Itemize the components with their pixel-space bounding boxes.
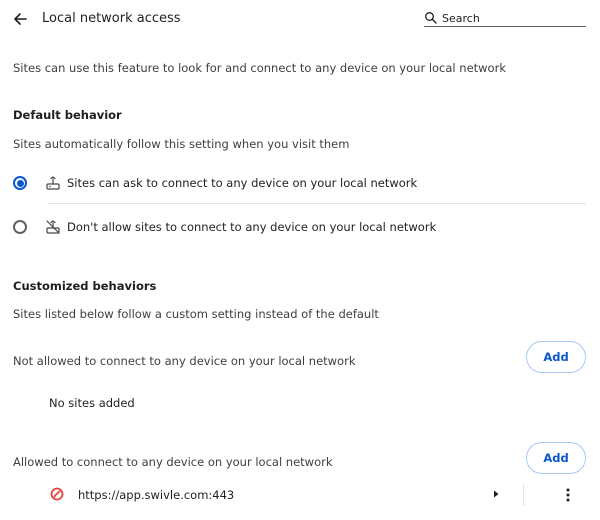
radio-button-unselected[interactable] — [13, 220, 27, 234]
customized-behaviors-subtext: Sites listed below follow a custom setti… — [13, 307, 379, 321]
allowed-label: Allowed to connect to any device on your… — [13, 455, 333, 469]
site-url: https://app.swivle.com:443 — [78, 488, 235, 502]
page-description: Sites can use this feature to look for a… — [13, 61, 506, 75]
customized-behaviors-heading: Customized behaviors — [13, 279, 157, 293]
radio-option-block[interactable]: Don't allow sites to connect to any devi… — [8, 219, 436, 235]
radio-button-selected[interactable] — [13, 176, 27, 190]
search-box[interactable] — [424, 10, 586, 27]
search-input[interactable] — [442, 11, 582, 25]
radio-label-allow-ask: Sites can ask to connect to any device o… — [67, 176, 418, 190]
default-behavior-heading: Default behavior — [13, 108, 122, 122]
not-allowed-label: Not allowed to connect to any device on … — [13, 354, 356, 368]
radio-option-allow-ask[interactable]: Sites can ask to connect to any device o… — [8, 175, 417, 191]
divider — [48, 203, 586, 204]
row-separator — [523, 484, 524, 506]
arrow-right-icon[interactable] — [490, 488, 502, 500]
radio-label-block: Don't allow sites to connect to any devi… — [67, 220, 437, 234]
more-vert-icon[interactable] — [558, 485, 578, 505]
network-device-icon — [45, 175, 61, 191]
add-not-allowed-button[interactable]: Add — [526, 341, 586, 373]
default-behavior-subtext: Sites automatically follow this setting … — [13, 137, 350, 151]
network-device-off-icon — [45, 219, 61, 235]
back-button[interactable] — [8, 7, 32, 31]
page-title: Local network access — [42, 11, 181, 26]
add-allowed-button[interactable]: Add — [526, 442, 586, 474]
site-list-item[interactable]: https://app.swivle.com:443 — [0, 480, 600, 510]
empty-list-text: No sites added — [49, 396, 135, 410]
radio-dot — [16, 179, 24, 187]
settings-page: Local network access Sites can use this … — [0, 0, 600, 520]
arrow-back-icon — [12, 11, 28, 27]
swivle-favicon-icon — [50, 487, 64, 501]
search-icon — [424, 11, 438, 25]
